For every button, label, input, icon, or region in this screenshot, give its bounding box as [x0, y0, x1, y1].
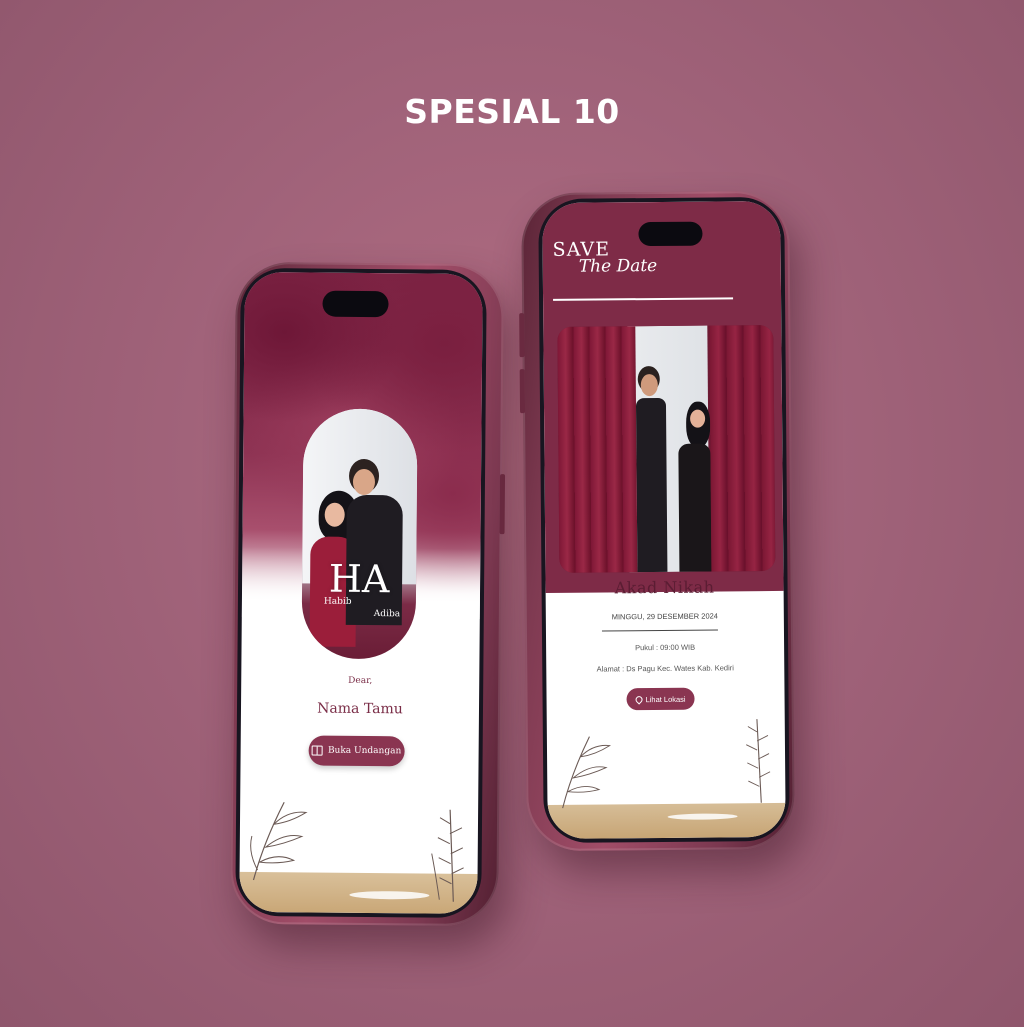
left-curtain: [557, 326, 638, 573]
bride-dress: [678, 443, 712, 572]
page-title: SPESIAL 10: [404, 92, 620, 131]
view-location-label: Lihat Lokasi: [645, 694, 686, 704]
groom-suit: [635, 397, 668, 573]
open-invitation-button[interactable]: Buka Undangan: [308, 735, 405, 767]
groom-face: [352, 468, 376, 496]
book-icon: [311, 745, 324, 756]
curtain-photo-card: [557, 324, 776, 573]
event-details-screen[interactable]: SAVE The Date Akad Nikah MINGGU, 29 DESE…: [542, 200, 786, 839]
view-location-button[interactable]: Lihat Lokasi: [626, 687, 695, 711]
location-pin-icon: [634, 694, 644, 705]
bride-face: [690, 409, 706, 428]
couple-photo-frame: HA Habib Adiba: [301, 408, 418, 660]
right-curtain: [709, 324, 776, 572]
volume-button: [519, 313, 525, 358]
right-plant-illustration: [431, 809, 464, 902]
volume-button: [519, 369, 526, 414]
date-divider: [601, 629, 718, 632]
event-time: Pukul : 09:00 WIB: [635, 642, 696, 653]
left-plant-illustration: [250, 802, 308, 881]
greeting-text: Dear,: [348, 675, 373, 687]
left-plant-illustration: [562, 736, 611, 809]
bride-face: [324, 502, 345, 527]
right-phone-mockup: SAVE The Date Akad Nikah MINGGU, 29 DESE…: [519, 190, 795, 852]
invitation-cover-screen[interactable]: HA Habib Adiba Dear, Nama Tamu Buka Unda…: [239, 271, 483, 914]
groom-name: Habib: [323, 596, 352, 607]
open-invitation-label: Buka Undangan: [327, 745, 402, 757]
dynamic-island: [638, 221, 703, 247]
event-title: Akad Nikah: [614, 577, 715, 598]
dynamic-island: [322, 290, 389, 318]
event-address: Alamat : Ds Pagu Kec. Wates Kab. Kediri: [596, 663, 734, 674]
monogram: HA: [328, 556, 390, 602]
bride-name: Adiba: [373, 609, 401, 620]
side-button: [499, 474, 506, 535]
event-date: MINGGU, 29 DESEMBER 2024: [611, 611, 719, 622]
right-plant-illustration: [746, 719, 771, 803]
the-date-script: The Date: [578, 255, 658, 277]
guest-name: Nama Tamu: [317, 700, 403, 718]
left-phone-mockup: HA Habib Adiba Dear, Nama Tamu Buka Unda…: [230, 261, 506, 927]
groom-face: [640, 373, 658, 397]
